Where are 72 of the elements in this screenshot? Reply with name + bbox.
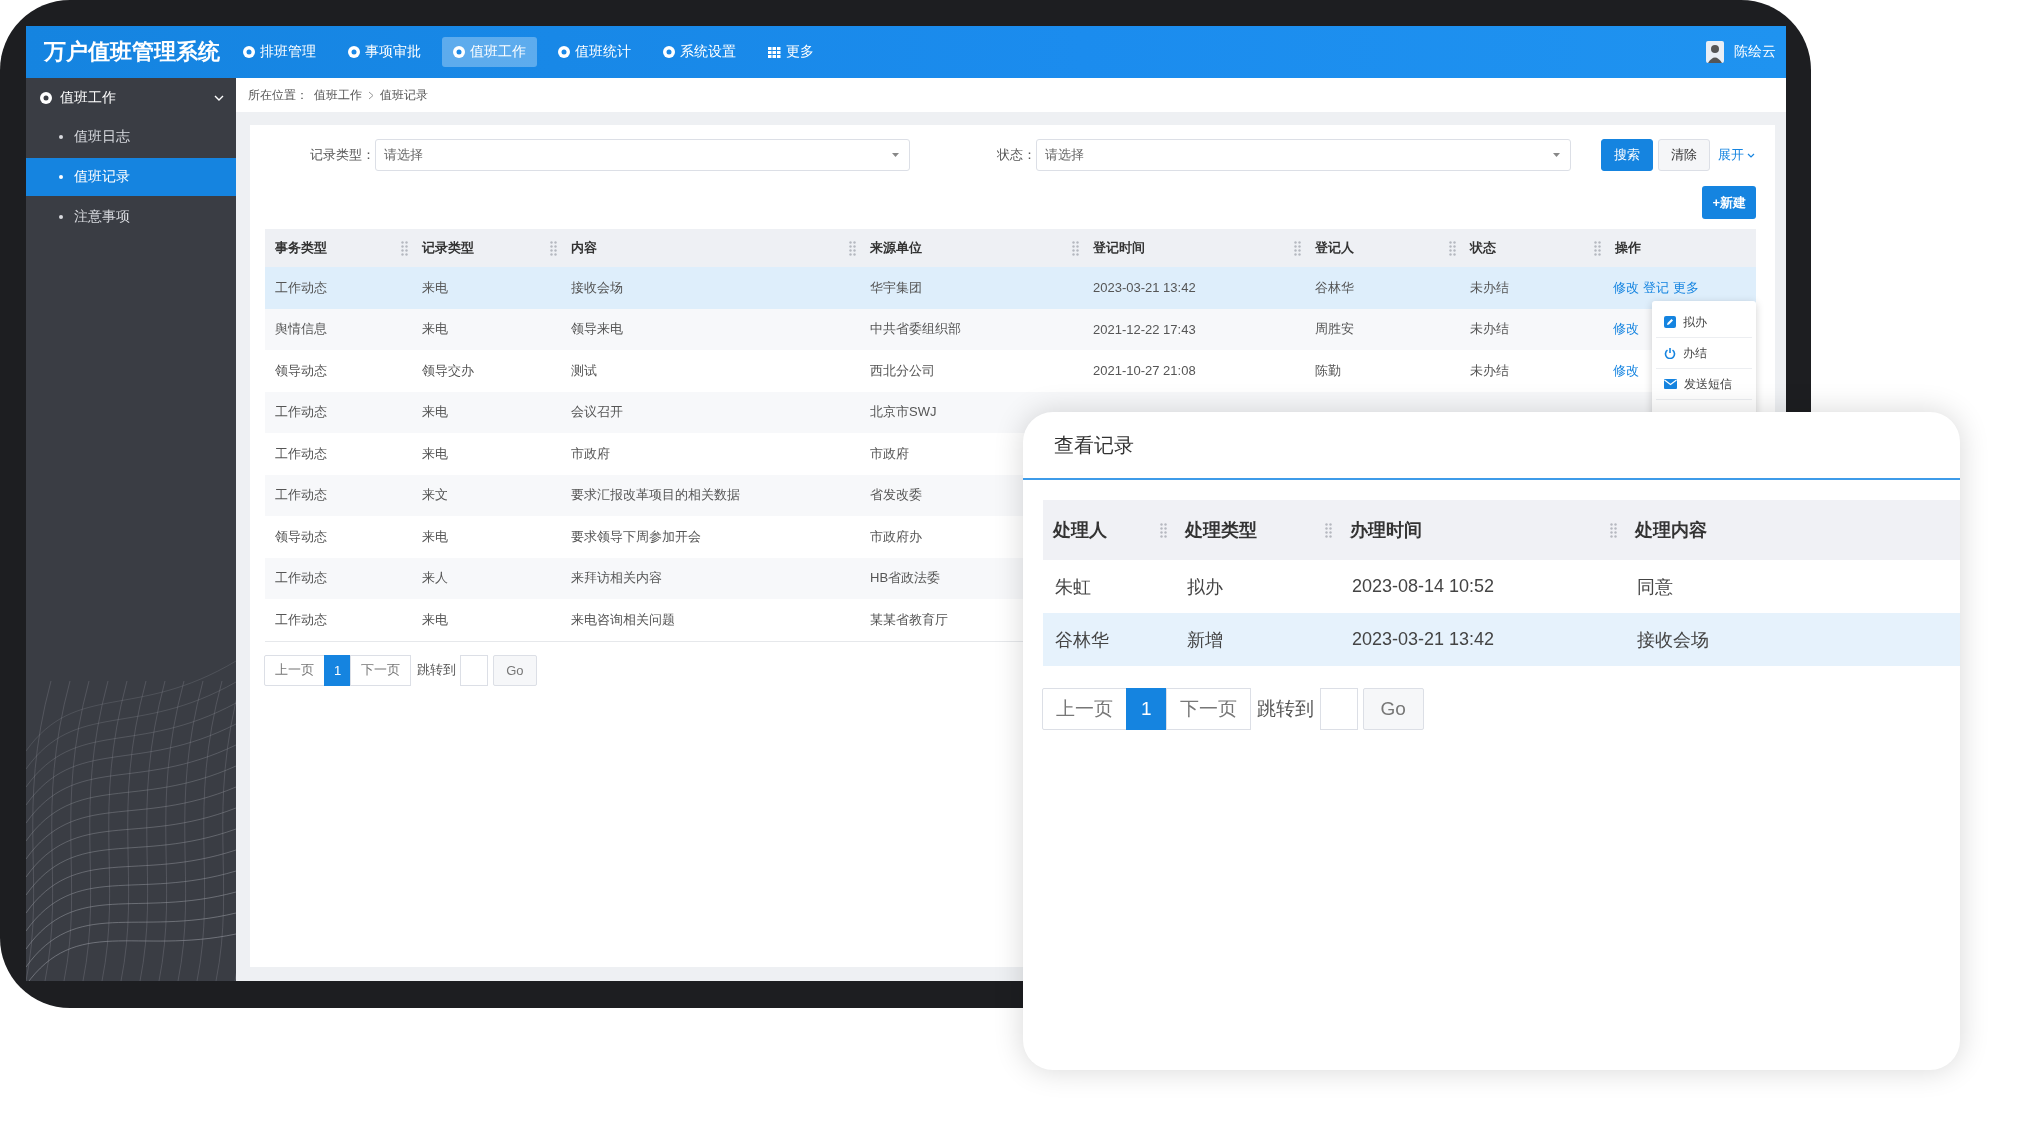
- table-cell-text: 市政府: [570, 444, 610, 463]
- table-cell-text: 领导动态: [274, 361, 327, 380]
- table-cell-text: 接收会场: [570, 278, 623, 297]
- table-cell-text: 来电: [421, 403, 448, 422]
- app-title: 万户值班管理系统: [44, 38, 220, 66]
- column-header: 内容: [571, 239, 597, 257]
- table-cell-text: 舆情信息: [274, 320, 327, 339]
- table-cell-text: 周胜安: [1314, 320, 1354, 339]
- breadcrumb-label: 所在位置：: [248, 86, 308, 104]
- table-cell-text: 2021-10-27 21:08: [1092, 363, 1196, 379]
- table-cell-text: 新增: [1186, 628, 1224, 652]
- table-cell-text: 来电: [421, 320, 448, 339]
- table-cell-text: 工作动态: [274, 403, 327, 422]
- table-cell-text: 2021-12-22 17:43: [1092, 321, 1196, 337]
- table-cell-text: 2023-03-21 13:42: [1351, 629, 1496, 650]
- table-cell-text: 测试: [570, 361, 597, 380]
- table-cell-text: 2023-03-21 13:42: [1092, 280, 1196, 296]
- filter-label: 状态：: [996, 146, 1036, 164]
- table-cell-text: 来电: [421, 527, 448, 546]
- column-header: 操作: [1615, 239, 1641, 257]
- table-cell-text: 要求汇报改革项目的相关数据: [570, 486, 740, 505]
- column-header: 登记人: [1315, 239, 1354, 257]
- table-cell-text: 拟办: [1186, 575, 1224, 599]
- table-cell-text: 来电: [421, 278, 448, 297]
- column-header: 办理时间: [1350, 519, 1422, 542]
- table-cell-text: 北京市SWJ: [869, 403, 937, 422]
- column-header: 记录类型: [422, 239, 474, 257]
- table-cell-text: HB省政法委: [869, 569, 941, 588]
- table-cell-text: 某某省教育厅: [869, 610, 948, 629]
- column-header: 来源单位: [870, 239, 922, 257]
- column-header: 状态: [1470, 239, 1496, 257]
- table-cell-text: 市政府: [869, 444, 909, 463]
- table-cell-text: 同意: [1636, 575, 1674, 599]
- table-cell-text: 领导来电: [570, 320, 623, 339]
- table-cell-text: 工作动态: [274, 610, 327, 629]
- table-cell-text: 工作动态: [274, 569, 327, 588]
- table-cell-text: 未办结: [1469, 361, 1509, 380]
- column-header: 登记时间: [1093, 239, 1145, 257]
- table-cell-text: 工作动态: [274, 486, 327, 505]
- dialog-title: 查看记录: [1023, 412, 1960, 480]
- table-cell-text: 未办结: [1469, 278, 1509, 297]
- table-cell-text: 华宇集团: [869, 278, 922, 297]
- column-header: 处理内容: [1635, 519, 1707, 542]
- table-cell-text: 来文: [421, 486, 448, 505]
- table-cell-text: 领导动态: [274, 527, 327, 546]
- table-cell-text: 陈勤: [1314, 361, 1341, 380]
- column-header: 事务类型: [275, 239, 327, 257]
- column-header: 处理人: [1053, 519, 1107, 542]
- jump-to-label: 跳转到: [1256, 697, 1314, 721]
- table-cell-text: 2023-08-14 10:52: [1351, 576, 1496, 597]
- table-cell-text: 来人: [421, 569, 448, 588]
- table-cell-text: 西北分公司: [869, 361, 935, 380]
- table-cell-text: 接收会场: [1636, 628, 1710, 652]
- table-cell-text: 来电: [421, 610, 448, 629]
- table-cell-text: 会议召开: [570, 403, 623, 422]
- table-cell-text: 谷林华: [1054, 628, 1110, 652]
- table-cell-text: 工作动态: [274, 444, 327, 463]
- table-cell-text: 市政府办: [869, 527, 922, 546]
- table-cell-text: 领导交办: [421, 361, 474, 380]
- column-header: 处理类型: [1185, 519, 1257, 542]
- table-cell-text: 谷林华: [1314, 278, 1354, 297]
- table-cell-text: 来电: [421, 444, 448, 463]
- table-cell-text: 中共省委组织部: [869, 320, 961, 339]
- table-cell-text: 朱虹: [1054, 575, 1092, 599]
- jump-to-label: 跳转到: [417, 661, 457, 679]
- filter-label: 记录类型：: [309, 146, 375, 164]
- table-cell-text: 来拜访相关内容: [570, 569, 662, 588]
- table-cell-text: 未办结: [1469, 320, 1509, 339]
- table-cell-text: 省发改委: [869, 486, 922, 505]
- table-cell-text: 要求领导下周参加开会: [570, 527, 701, 546]
- table-cell-text: 来电咨询相关问题: [570, 610, 675, 629]
- table-cell-text: 工作动态: [274, 278, 327, 297]
